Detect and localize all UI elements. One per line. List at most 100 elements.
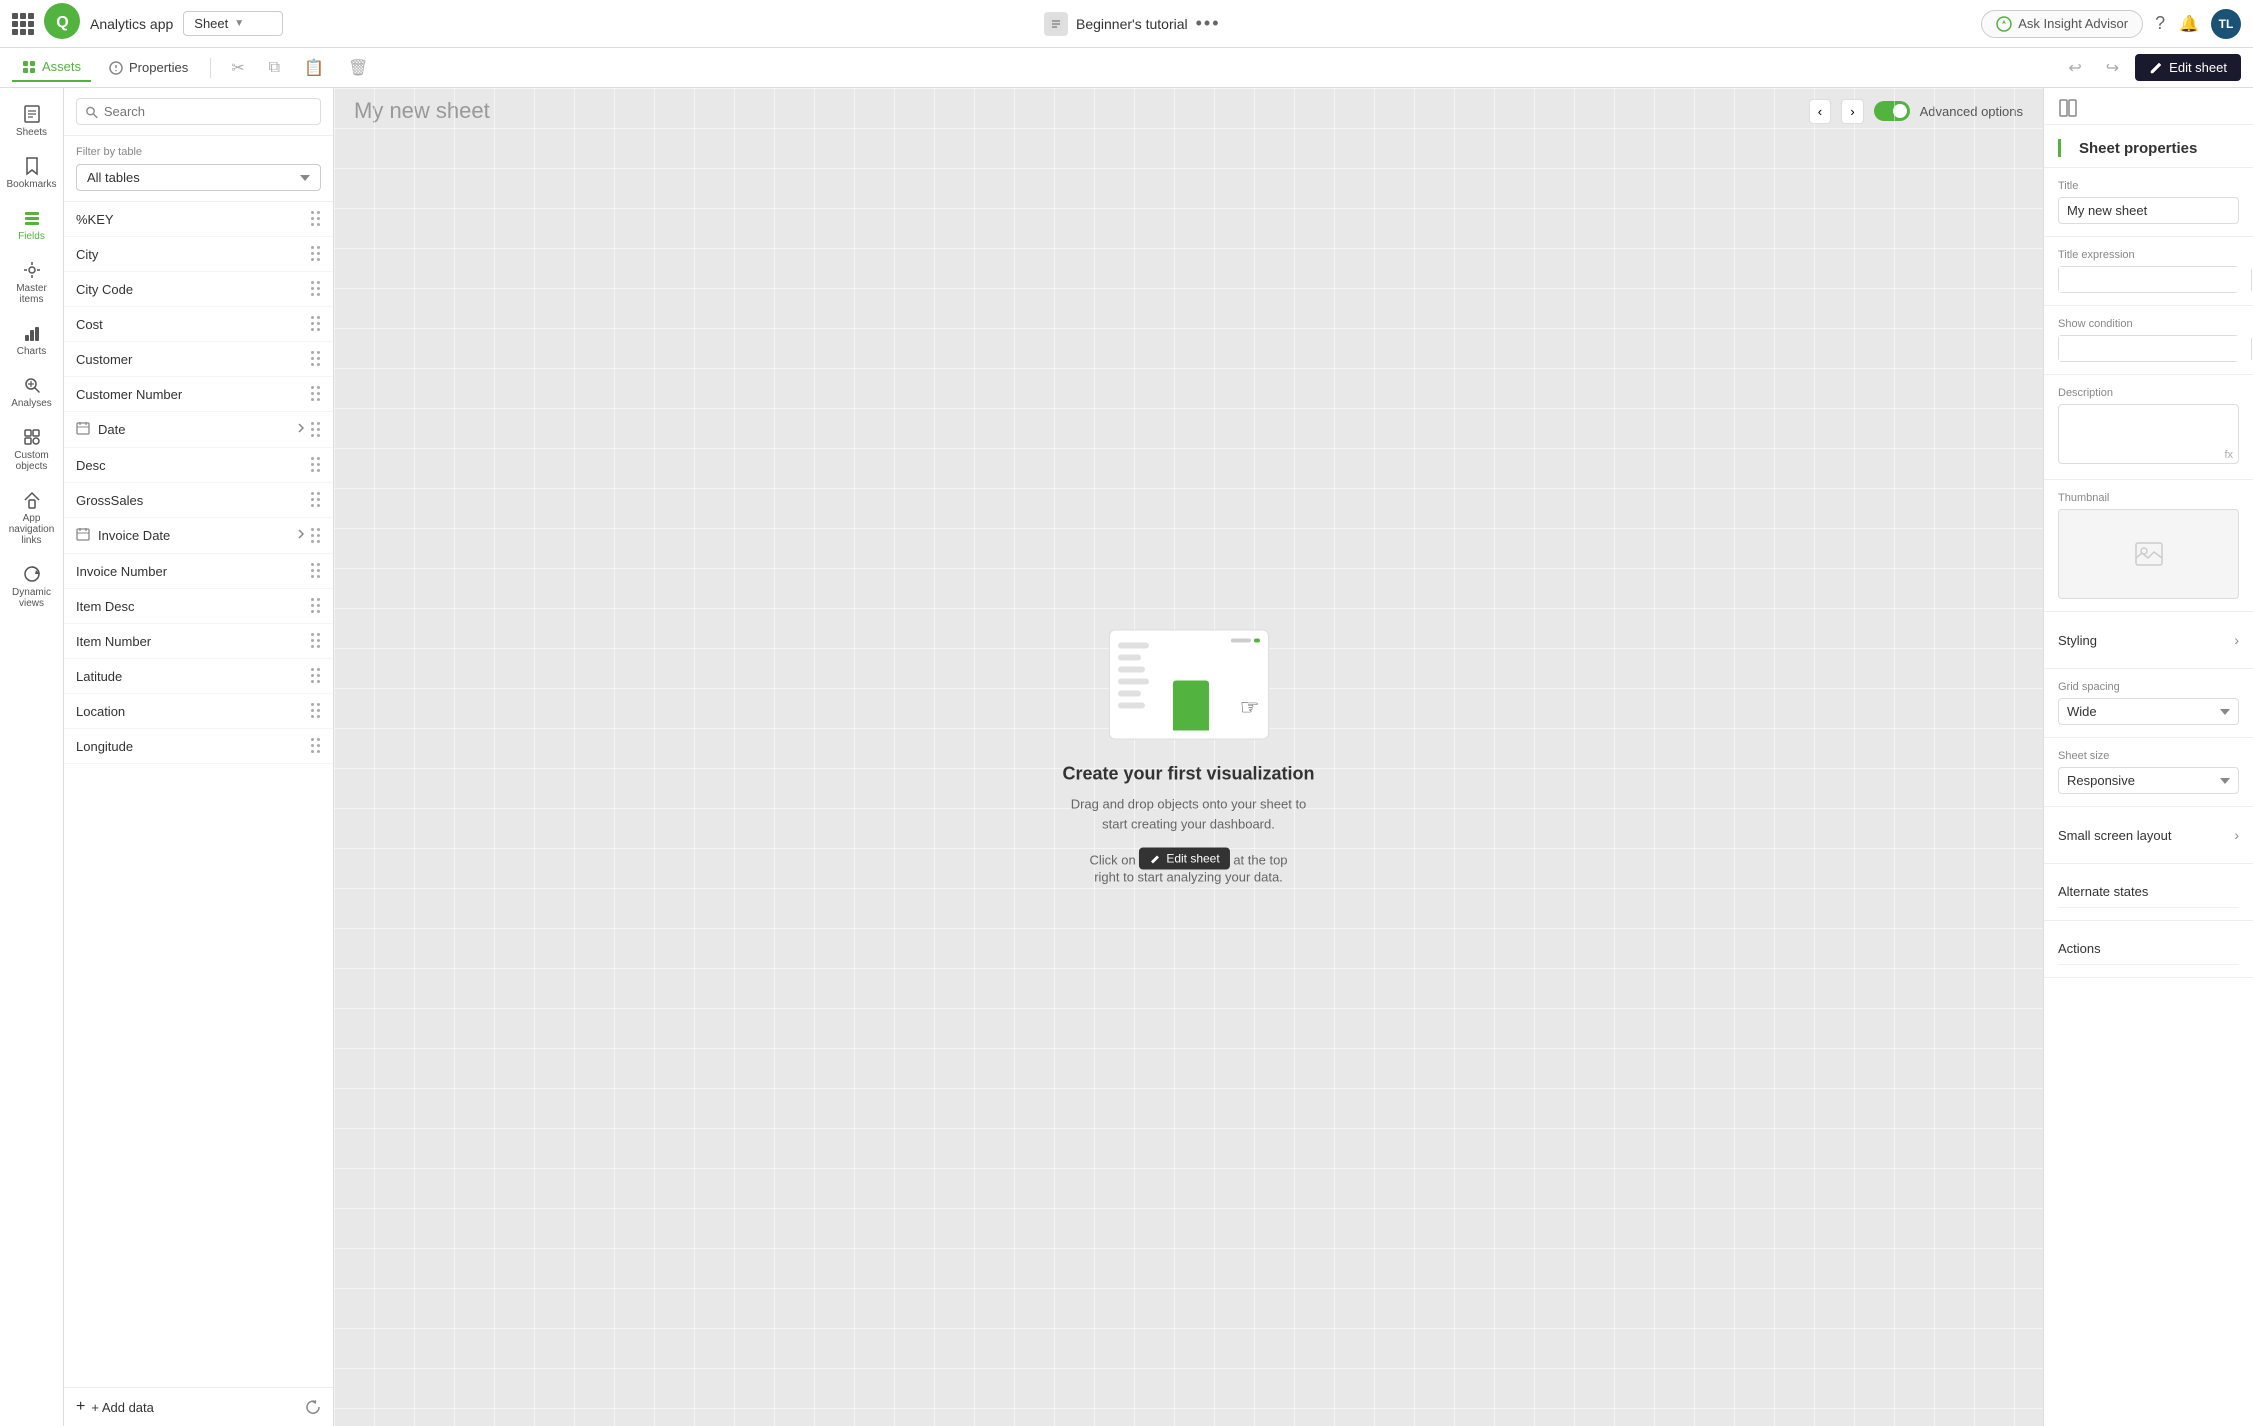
drag-handle-icon[interactable] [311, 422, 321, 438]
field-item[interactable]: %KEY [64, 202, 333, 237]
canvas-center: ☞ Create your first visualization Drag a… [1062, 630, 1314, 885]
sidebar-item-analyses[interactable]: Analyses [4, 367, 60, 417]
drag-handle-icon[interactable] [311, 492, 321, 508]
props-show-condition-section: Show condition fx [2044, 306, 2253, 375]
field-item[interactable]: Date [64, 412, 333, 448]
topbar-right: Ask Insight Advisor ? 🔔 TL [1981, 9, 2241, 39]
undo-button[interactable]: ↩ [2060, 53, 2089, 83]
field-name: Cost [76, 317, 103, 332]
sidebar-item-bookmarks[interactable]: Bookmarks [4, 148, 60, 198]
drag-handle-icon[interactable] [311, 351, 321, 367]
sidebar-item-app-navigation[interactable]: App navigation links [4, 482, 60, 554]
insight-advisor-button[interactable]: Ask Insight Advisor [1981, 10, 2143, 38]
redo-button[interactable]: ↪ [2098, 53, 2127, 83]
delete-button[interactable]: 🗑 [340, 53, 376, 83]
alternate-states-item[interactable]: Alternate states [2058, 876, 2239, 908]
field-name: Item Desc [76, 599, 135, 614]
styling-link[interactable]: Styling › [2058, 624, 2239, 656]
search-input[interactable] [104, 104, 312, 119]
qlik-logo[interactable]: Q [44, 3, 80, 45]
field-item[interactable]: City [64, 237, 333, 272]
expand-icon[interactable] [297, 422, 305, 437]
toolbar: Assets Properties ✂ ⧉ 📋 🗑 ↩ ↪ Edit sheet [0, 48, 2253, 88]
viz-illustration: ☞ [1108, 630, 1268, 740]
sidebar-item-master-items[interactable]: Master items [4, 252, 60, 313]
field-item[interactable]: Customer Number [64, 377, 333, 412]
sidebar-item-charts[interactable]: Charts [4, 315, 60, 365]
sheet-selector[interactable]: Sheet ▼ [183, 11, 283, 36]
props-styling-section: Styling › [2044, 612, 2253, 669]
sidebar-item-sheets[interactable]: Sheets [4, 96, 60, 146]
drag-handle-icon[interactable] [311, 386, 321, 402]
actions-item[interactable]: Actions [2058, 933, 2239, 965]
drag-handle-icon[interactable] [311, 668, 321, 684]
sidebar-item-dynamic-views[interactable]: Dynamic views [4, 556, 60, 617]
title-expr-label: Title expression [2058, 249, 2239, 261]
drag-handle-icon[interactable] [311, 281, 321, 297]
field-item[interactable]: City Code [64, 272, 333, 307]
more-options-icon[interactable]: ••• [1196, 13, 1221, 34]
add-data-button[interactable]: + + Add data [76, 1398, 154, 1416]
drag-handle-icon[interactable] [311, 598, 321, 614]
tutorial-name: Beginner's tutorial [1076, 16, 1188, 32]
show-condition-input[interactable] [2059, 336, 2251, 361]
calendar-icon [76, 421, 90, 438]
filter-select[interactable]: All tables [76, 164, 321, 191]
props-alternate-states-section: Alternate states [2044, 864, 2253, 921]
field-item[interactable]: Invoice Date [64, 518, 333, 554]
drag-handle-icon[interactable] [311, 457, 321, 473]
copy-button[interactable]: ⧉ [261, 54, 288, 82]
field-item[interactable]: Item Number [64, 624, 333, 659]
avatar[interactable]: TL [2211, 9, 2241, 39]
expand-icon[interactable] [297, 528, 305, 543]
sidebar-label-fields: Fields [18, 231, 45, 242]
title-expr-input-wrapper: fx [2058, 266, 2239, 293]
drag-handle-icon[interactable] [311, 703, 321, 719]
sidebar-item-fields[interactable]: Fields [4, 200, 60, 250]
drag-handle-icon[interactable] [311, 246, 321, 262]
field-item[interactable]: Latitude [64, 659, 333, 694]
toolbar-separator [210, 58, 211, 78]
add-icon: + [76, 1398, 85, 1416]
field-name: GrossSales [76, 493, 143, 508]
assets-tab[interactable]: Assets [12, 53, 91, 82]
drag-handle-icon[interactable] [311, 633, 321, 649]
field-item[interactable]: Location [64, 694, 333, 729]
field-name: City Code [76, 282, 133, 297]
title-expr-input[interactable] [2059, 267, 2251, 292]
field-item[interactable]: Item Desc [64, 589, 333, 624]
notifications-icon[interactable]: 🔔 [2179, 14, 2199, 34]
drag-handle-icon[interactable] [311, 316, 321, 332]
properties-tab-label: Properties [129, 60, 188, 75]
cut-button[interactable]: ✂ [223, 53, 252, 83]
description-fx-button[interactable]: fx [2224, 449, 2233, 461]
sidebar-item-custom-objects[interactable]: Custom objects [4, 419, 60, 480]
grid-spacing-select[interactable]: Wide Medium Narrow [2058, 698, 2239, 725]
grid-spacing-label: Grid spacing [2058, 681, 2239, 693]
field-item[interactable]: Customer [64, 342, 333, 377]
field-item[interactable]: Longitude [64, 729, 333, 764]
sheet-size-label: Sheet size [2058, 750, 2239, 762]
field-item[interactable]: Invoice Number [64, 554, 333, 589]
small-screen-link[interactable]: Small screen layout › [2058, 819, 2239, 851]
properties-tab[interactable]: Properties [99, 54, 198, 81]
search-box[interactable] [76, 98, 321, 125]
description-textarea[interactable] [2058, 404, 2239, 464]
drag-handle-icon[interactable] [311, 528, 321, 544]
help-icon[interactable]: ? [2155, 13, 2165, 34]
title-input[interactable] [2058, 197, 2239, 224]
drag-handle-icon[interactable] [311, 211, 321, 227]
thumbnail-area[interactable] [2058, 509, 2239, 599]
create-viz-title: Create your first visualization [1062, 764, 1314, 785]
drag-handle-icon[interactable] [311, 563, 321, 579]
paste-button[interactable]: 📋 [296, 53, 332, 83]
field-item[interactable]: Cost [64, 307, 333, 342]
field-item[interactable]: Desc [64, 448, 333, 483]
sheet-size-select[interactable]: Responsive Custom [2058, 767, 2239, 794]
waffle-icon[interactable] [12, 13, 34, 35]
refresh-icon[interactable] [305, 1399, 321, 1415]
edit-sheet-button[interactable]: Edit sheet [2135, 54, 2241, 81]
fields-list: %KEYCity City Code Cost CustomerCustomer Nu… [64, 202, 333, 1387]
drag-handle-icon[interactable] [311, 738, 321, 754]
field-item[interactable]: GrossSales [64, 483, 333, 518]
